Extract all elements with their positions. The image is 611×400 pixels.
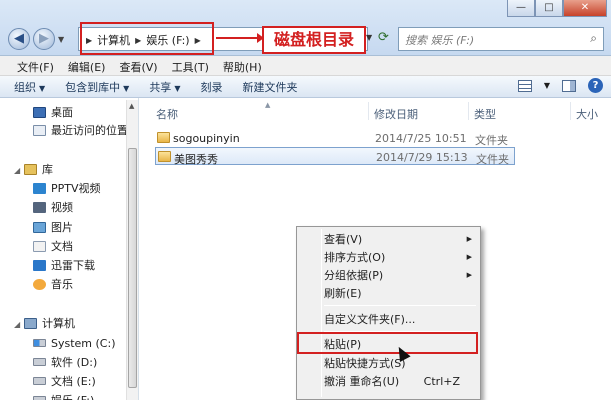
nav-drive-f[interactable]: 娱乐 (F:): [33, 391, 94, 400]
window-controls: — □ ✕: [507, 0, 607, 17]
share-button[interactable]: 共享 ▼: [149, 79, 180, 95]
music-icon: [33, 278, 46, 290]
menu-bar: 文件(F) 编辑(E) 查看(V) 工具(T) 帮助(H): [0, 56, 611, 76]
column-divider[interactable]: [570, 102, 571, 120]
back-button[interactable]: ◀: [8, 28, 30, 50]
menu-item-view[interactable]: 查看(V) ▶: [324, 230, 478, 248]
menu-view[interactable]: 查看(V): [112, 56, 164, 75]
change-view-icon[interactable]: [517, 79, 532, 92]
command-bar: 组织 ▼ 包含到库中 ▼ 共享 ▼ 刻录 新建文件夹 ▼ ?: [0, 76, 611, 98]
nav-pictures[interactable]: 图片: [33, 218, 73, 236]
nav-recent-places[interactable]: 最近访问的位置: [33, 121, 128, 139]
menu-separator: [324, 305, 476, 306]
chevron-down-icon: ▼: [123, 83, 130, 93]
column-name[interactable]: 名称: [156, 106, 178, 122]
nav-music[interactable]: 音乐: [33, 275, 73, 293]
nav-pptv-video[interactable]: PPTV视频: [33, 179, 101, 197]
pictures-icon: [33, 221, 46, 233]
nav-videos[interactable]: 视频: [33, 198, 73, 216]
thunder-download-icon: [33, 259, 46, 271]
chevron-down-icon: ▼: [39, 83, 46, 93]
include-in-library-button[interactable]: 包含到库中 ▼: [65, 79, 129, 95]
organize-button[interactable]: 组织 ▼: [14, 79, 45, 95]
menu-item-sort-by[interactable]: 排序方式(O) ▶: [324, 248, 478, 266]
drive-icon: [33, 377, 46, 385]
address-highlight-box: [80, 22, 214, 55]
nav-thunder-downloads[interactable]: 迅雷下载: [33, 256, 95, 274]
nav-desktop[interactable]: 桌面: [33, 103, 73, 121]
nav-drive-c[interactable]: System (C:): [33, 334, 116, 352]
menu-help[interactable]: 帮助(H): [216, 56, 269, 75]
paste-highlight-box: [297, 332, 478, 354]
folder-icon: [157, 132, 170, 143]
column-headers: 名称 修改日期 类型 大小: [140, 100, 611, 122]
menu-file[interactable]: 文件(F): [10, 56, 61, 75]
expand-computer-icon[interactable]: ◢: [14, 320, 20, 329]
menu-item-customize-folder[interactable]: 自定义文件夹(F)...: [324, 310, 478, 328]
computer-icon: [24, 317, 37, 329]
column-type[interactable]: 类型: [474, 106, 496, 122]
submenu-arrow-icon: ▶: [466, 235, 472, 243]
address-dropdown-icon[interactable]: ▼: [366, 33, 372, 42]
context-menu: 查看(V) ▶ 排序方式(O) ▶ 分组依据(P) ▶ 刷新(E) 自定义文件夹(F)…: [296, 226, 481, 400]
chevron-down-icon: ▼: [174, 83, 181, 93]
search-icon[interactable]: ⌕: [590, 31, 597, 46]
system-drive-icon: [33, 339, 46, 347]
column-divider[interactable]: [368, 102, 369, 120]
scroll-up-icon[interactable]: ▲: [129, 102, 134, 110]
search-placeholder: 搜索 娱乐 (F:): [405, 34, 475, 47]
root-directory-annotation: 磁盘根目录: [262, 26, 366, 54]
desktop-icon: [33, 106, 46, 118]
nav-computer[interactable]: 计算机: [24, 314, 75, 332]
menu-item-refresh[interactable]: 刷新(E): [324, 284, 478, 302]
folder-icon: [158, 151, 171, 162]
nav-drive-e[interactable]: 文档 (E:): [33, 372, 96, 390]
view-dropdown-icon[interactable]: ▼: [544, 81, 550, 90]
maximize-button[interactable]: □: [535, 0, 563, 17]
expand-library-icon[interactable]: ◢: [14, 166, 20, 175]
menu-item-group-by[interactable]: 分组依据(P) ▶: [324, 266, 478, 284]
search-input[interactable]: 搜索 娱乐 (F:) ⌕: [398, 27, 604, 51]
file-row[interactable]: sogoupinyin 2014/7/25 10:51 文件夹: [155, 129, 515, 147]
close-button[interactable]: ✕: [563, 0, 607, 17]
menu-tools[interactable]: 工具(T): [165, 56, 216, 75]
recent-places-icon: [33, 124, 46, 136]
nav-documents[interactable]: 文档: [33, 237, 73, 255]
recent-pages-chevron-icon[interactable]: ▼: [58, 35, 64, 44]
column-date-modified[interactable]: 修改日期: [374, 106, 418, 122]
submenu-arrow-icon: ▶: [466, 253, 472, 261]
nav-pane-scrollbar[interactable]: ▲: [126, 100, 138, 400]
nav-library[interactable]: 库: [24, 160, 53, 178]
menu-gutter: [321, 229, 322, 397]
column-divider[interactable]: [468, 102, 469, 120]
burn-button[interactable]: 刻录: [200, 79, 222, 95]
preview-pane-icon[interactable]: [562, 79, 576, 92]
refresh-icon[interactable]: ⟳: [378, 30, 389, 45]
submenu-arrow-icon: ▶: [466, 271, 472, 279]
column-size[interactable]: 大小: [576, 106, 598, 122]
minimize-button[interactable]: —: [507, 0, 535, 17]
drive-icon: [33, 358, 46, 366]
help-icon[interactable]: ?: [588, 78, 603, 93]
file-row-selected[interactable]: 美图秀秀 2014/7/29 15:13 文件夹: [155, 147, 515, 166]
new-folder-button[interactable]: 新建文件夹: [242, 79, 297, 95]
nav-drive-d[interactable]: 软件 (D:): [33, 353, 97, 371]
documents-icon: [33, 240, 46, 252]
pptv-icon: [33, 182, 46, 194]
annotation-arrow: [216, 33, 264, 43]
video-icon: [33, 201, 46, 213]
menu-item-undo-rename[interactable]: 撤消 重命名(U) Ctrl+Z: [324, 372, 478, 390]
menu-edit[interactable]: 编辑(E): [61, 56, 113, 75]
nav-pane-scroll-thumb[interactable]: [128, 148, 137, 388]
library-icon: [24, 163, 37, 175]
forward-button[interactable]: ▶: [33, 28, 55, 50]
drive-icon: [33, 396, 46, 400]
